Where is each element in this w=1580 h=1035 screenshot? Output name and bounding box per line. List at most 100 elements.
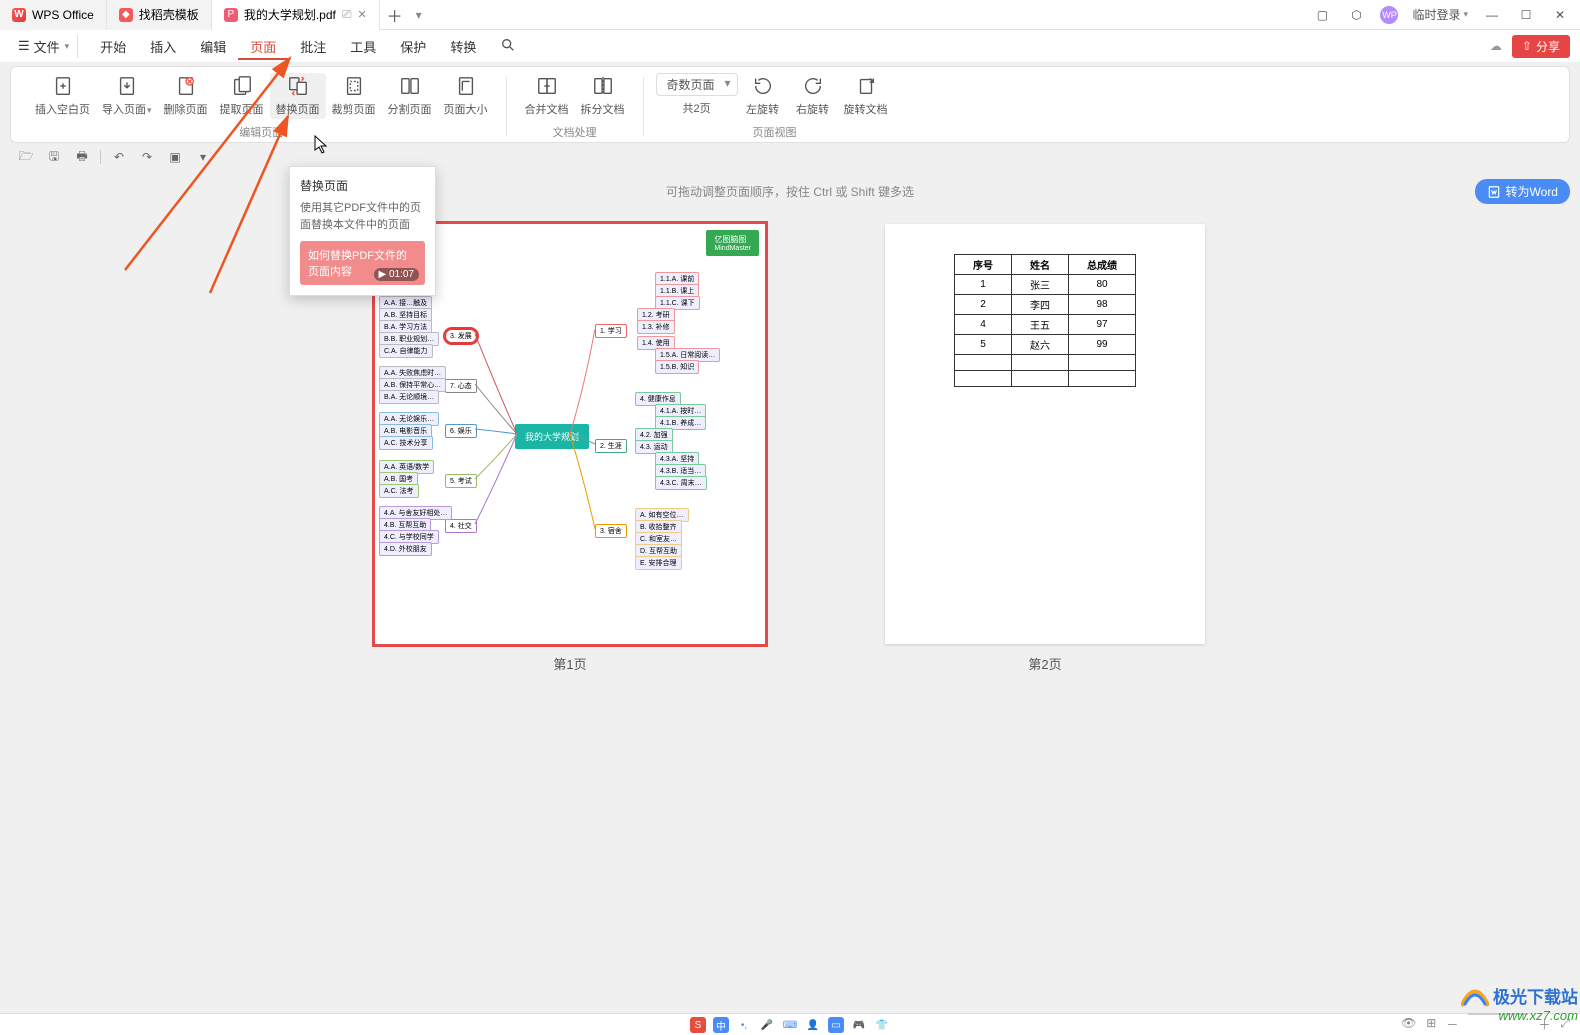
person-icon[interactable]: 👤 xyxy=(805,1017,821,1033)
tabs-dropdown[interactable]: ▾ xyxy=(410,8,428,22)
main-area: 可拖动调整页面顺序，按住 Ctrl 或 Shift 键多选 转为Word 亿图脑… xyxy=(10,171,1570,951)
menubar-right: ☁ ⇧ 分享 xyxy=(1490,35,1570,58)
save-icon[interactable]: 🖫 xyxy=(44,147,64,167)
convert-to-word-button[interactable]: 转为Word xyxy=(1475,179,1570,204)
ribbon-group-label: 编辑页面 xyxy=(239,124,283,140)
page-total-label: 共2页 xyxy=(682,100,710,116)
separator xyxy=(100,150,101,164)
tab-device-icon: ⎚ xyxy=(342,7,352,22)
menu-start[interactable]: 开始 xyxy=(88,33,138,60)
print-icon[interactable]: 🖶 xyxy=(72,147,92,167)
wps-logo-icon: W xyxy=(12,8,26,22)
ribbon-group-doc-process: 合并文档 拆分文档 文档处理 xyxy=(511,73,639,140)
menu-icon: ☰ xyxy=(18,38,30,54)
tab-daoke-template[interactable]: ◆ 找稻壳模板 xyxy=(107,0,212,30)
skin-icon[interactable]: 👕 xyxy=(874,1017,890,1033)
rotate-left-icon xyxy=(752,75,774,97)
tab-close-button[interactable]: ✕ xyxy=(357,8,366,21)
game-icon[interactable]: 🎮 xyxy=(851,1017,867,1033)
settings-icon[interactable]: ⊞ xyxy=(1426,1016,1436,1033)
ribbon-label: 旋转文档 xyxy=(844,101,888,117)
insert-blank-icon xyxy=(52,75,74,97)
page-thumbnails: 亿图脑图 MindMaster 我的大学规划 1. 学习 2. 生涯 3. 宿舍… xyxy=(10,224,1570,673)
open-file-icon[interactable]: 🗁 xyxy=(16,147,36,167)
maximize-button[interactable]: ☐ xyxy=(1516,5,1536,25)
user-avatar[interactable]: WP xyxy=(1380,6,1398,24)
ribbon-label: 右旋转 xyxy=(796,101,829,117)
ribbon-label: 左旋转 xyxy=(746,101,779,117)
more-icon[interactable]: ▾ xyxy=(193,147,213,167)
new-tab-button[interactable]: ＋ xyxy=(380,3,410,27)
extract-page-icon xyxy=(231,75,253,97)
page-mode-select[interactable]: 奇数页面 xyxy=(656,73,738,96)
rotate-doc-icon xyxy=(855,75,877,97)
ribbon-group-page-view: 奇数页面 共2页 左旋转 右旋转 旋转文档 页面视图 xyxy=(648,73,902,140)
ribbon-rotate-left[interactable]: 左旋转 xyxy=(738,73,788,119)
titlebar: W WPS Office ◆ 找稻壳模板 P 我的大学规划.pdf ⎚ ✕ ＋ … xyxy=(0,0,1580,30)
pdf-icon: P xyxy=(224,8,238,22)
page2-table: 序号 姓名 总成绩 1张三80 2李四98 4王五97 5赵六99 xyxy=(954,254,1136,387)
system-tray: S 中 •, 🎤 ⌨ 👤 ▭ 🎮 👕 xyxy=(690,1017,890,1033)
ribbon-delete-page[interactable]: 删除页面 xyxy=(158,73,214,119)
tooltip-video-card[interactable]: 如何替换PDF文件的页面内容 ▶ 01:07 xyxy=(300,241,425,285)
menu-protect[interactable]: 保护 xyxy=(388,33,438,60)
share-button[interactable]: ⇧ 分享 xyxy=(1512,35,1570,58)
quick-access-bar: 🗁 🖫 🖶 ↶ ↷ ▣ ▾ xyxy=(0,143,1580,171)
ribbon-insert-blank[interactable]: 插入空白页 xyxy=(29,73,96,119)
menu-page[interactable]: 页面 xyxy=(238,33,288,60)
ribbon-label: 导入页面▾ xyxy=(102,101,152,117)
ribbon-crop-page[interactable]: 裁剪页面 xyxy=(326,73,382,119)
file-menu[interactable]: ☰ 文件 ▾ xyxy=(10,35,78,58)
window-layout-icon[interactable]: ▢ xyxy=(1312,5,1332,25)
ribbon-merge-doc[interactable]: 合并文档 xyxy=(519,73,575,119)
menu-edit[interactable]: 编辑 xyxy=(188,33,238,60)
menu-search[interactable] xyxy=(488,33,528,60)
tooltip-desc: 使用其它PDF文件中的页面替换本文件中的页面 xyxy=(300,200,425,233)
ribbon-split-doc[interactable]: 拆分文档 xyxy=(575,73,631,119)
cube-icon[interactable]: ⬡ xyxy=(1346,5,1366,25)
keyboard-icon[interactable]: ⌨ xyxy=(782,1017,798,1033)
tab-label: 我的大学规划.pdf xyxy=(244,6,336,23)
menu-annotate[interactable]: 批注 xyxy=(288,33,338,60)
rotate-right-icon xyxy=(802,75,824,97)
ribbon-label: 分割页面 xyxy=(388,101,432,117)
ime-icon[interactable]: 中 xyxy=(713,1017,729,1033)
menu-insert[interactable]: 插入 xyxy=(138,33,188,60)
toolbox-icon[interactable]: ▭ xyxy=(828,1017,844,1033)
page-size-icon xyxy=(455,75,477,97)
ribbon-extract-page[interactable]: 提取页面 xyxy=(214,73,270,119)
ribbon-import-page[interactable]: 导入页面▾ xyxy=(96,73,158,119)
ribbon-label: 页面大小 xyxy=(444,101,488,117)
thumb-label-2: 第2页 xyxy=(1028,654,1061,673)
ribbon-replace-page[interactable]: 替换页面 xyxy=(270,73,326,119)
ribbon-page-size[interactable]: 页面大小 xyxy=(438,73,494,119)
ribbon-rotate-doc[interactable]: 旋转文档 xyxy=(838,73,894,119)
cloud-sync-icon[interactable]: ☁ xyxy=(1490,39,1502,53)
page-thumbnail-2[interactable]: 序号 姓名 总成绩 1张三80 2李四98 4王五97 5赵六99 xyxy=(885,224,1205,644)
screenshot-icon[interactable]: ▣ xyxy=(165,147,185,167)
search-icon xyxy=(500,37,516,53)
daoke-icon: ◆ xyxy=(119,8,133,22)
ribbon: 插入空白页 导入页面▾ 删除页面 提取页面 替换页面 裁剪页面 xyxy=(10,66,1570,143)
zoom-out-icon[interactable]: － xyxy=(1446,1016,1458,1033)
menu-tools[interactable]: 工具 xyxy=(338,33,388,60)
ribbon-split-page[interactable]: 分割页面 xyxy=(382,73,438,119)
mic-icon[interactable]: 🎤 xyxy=(759,1017,775,1033)
tab-label: WPS Office xyxy=(32,8,94,22)
sogou-input-icon[interactable]: S xyxy=(690,1017,706,1033)
login-label[interactable]: 临时登录▾ xyxy=(1412,6,1468,23)
close-button[interactable]: ✕ xyxy=(1550,5,1570,25)
view-mode-icon[interactable]: 👁 xyxy=(1401,1016,1416,1033)
crop-page-icon xyxy=(343,75,365,97)
ribbon-group-edit-page: 插入空白页 导入页面▾ 删除页面 提取页面 替换页面 裁剪页面 xyxy=(21,73,502,140)
ribbon-label: 提取页面 xyxy=(220,101,264,117)
punctuation-icon[interactable]: •, xyxy=(736,1017,752,1033)
tab-current-pdf[interactable]: P 我的大学规划.pdf ⎚ ✕ xyxy=(212,0,380,30)
tab-wps-office[interactable]: W WPS Office xyxy=(0,0,107,30)
word-icon xyxy=(1487,185,1501,199)
undo-icon[interactable]: ↶ xyxy=(109,147,129,167)
menu-convert[interactable]: 转换 xyxy=(438,33,488,60)
redo-icon[interactable]: ↷ xyxy=(137,147,157,167)
minimize-button[interactable]: — xyxy=(1482,5,1502,25)
ribbon-rotate-right[interactable]: 右旋转 xyxy=(788,73,838,119)
